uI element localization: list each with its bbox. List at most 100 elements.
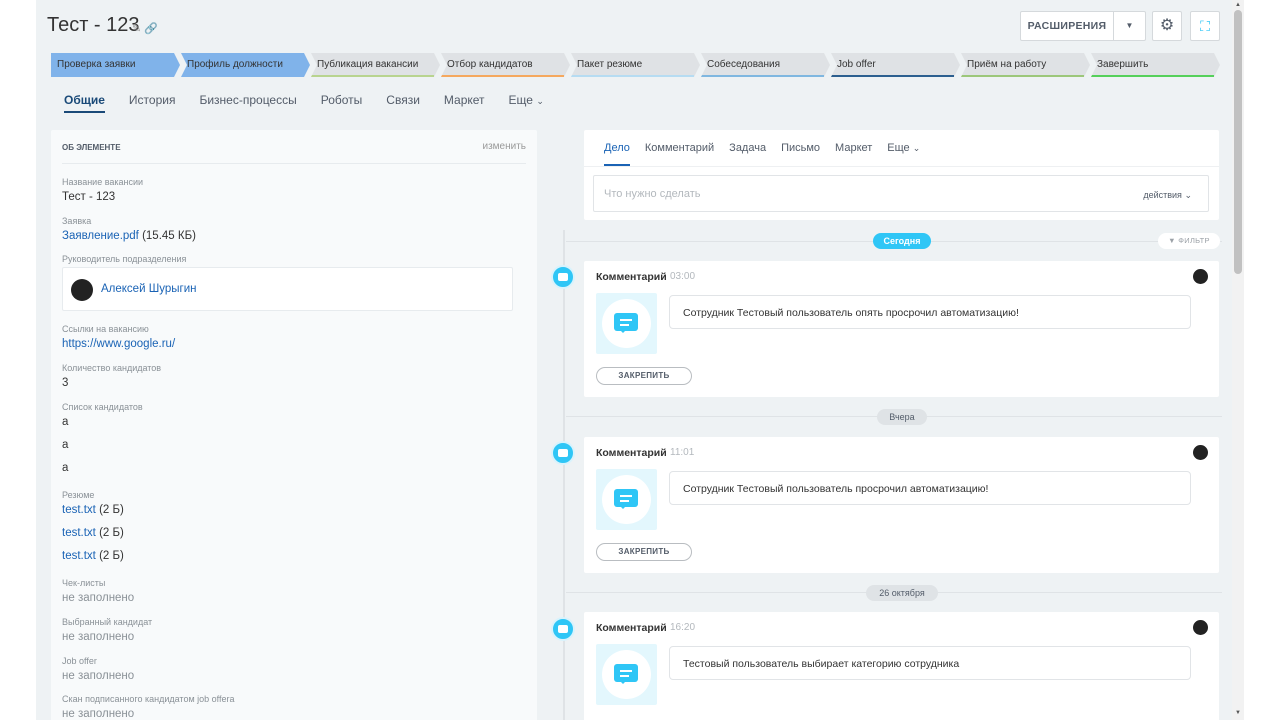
entry-time: 03:00 (670, 271, 696, 282)
field-label: Список кандидатов (62, 402, 143, 412)
field-value: 3 (62, 377, 69, 389)
list-item: a (62, 416, 69, 428)
field-label: Название вакансии (62, 177, 144, 187)
comment-text: Тестовый пользователь выбирает категорию… (669, 646, 1191, 680)
comment-icon (551, 617, 575, 641)
actions-dropdown[interactable]: действия ⌄ (1143, 190, 1192, 201)
about-title: ОБ ЭЛЕМЕНТЕ (62, 143, 121, 152)
actions-label: действия (1143, 190, 1182, 200)
avatar[interactable] (1193, 445, 1208, 460)
timeline-card: Комментарий 03:00 Сотрудник Тестовый пол… (584, 261, 1219, 397)
comment-icon (551, 265, 575, 289)
todo-placeholder: Что нужно сделать (604, 188, 701, 200)
avatar[interactable] (71, 279, 93, 301)
chevron-down-icon[interactable]: ▼ (1113, 12, 1145, 40)
tab-more[interactable]: Еще ⌄ (509, 93, 544, 113)
comment-bubble-icon (596, 469, 657, 530)
settings-button[interactable]: ⚙ (1152, 11, 1182, 41)
tab-links[interactable]: Связи (386, 93, 420, 113)
tab-more-label: Еще (508, 93, 533, 107)
scroll-up-icon[interactable]: ▲ (1232, 0, 1244, 10)
extensions-button[interactable]: РАСШИРЕНИЯ ▼ (1020, 11, 1146, 41)
filter-button[interactable]: ▼ ФИЛЬТР (1158, 233, 1220, 249)
chevron-down-icon: ⌄ (912, 143, 921, 153)
tab-letter[interactable]: Письмо (781, 142, 820, 166)
field-value: Заявление.pdf (15.45 КБ) (62, 230, 196, 242)
edit-pencil-icon[interactable]: ✎ (132, 23, 141, 35)
resume-file-link[interactable]: test.txt (62, 504, 96, 516)
tab-history[interactable]: История (129, 93, 176, 113)
stage-color-bar (701, 75, 824, 77)
avatar[interactable] (1193, 620, 1208, 635)
tab-market[interactable]: Маркет (444, 93, 485, 113)
field-scan: Скан подписанного кандидатом job offerа … (62, 694, 235, 720)
tab-general[interactable]: Общие (64, 93, 105, 113)
about-panel: ОБ ЭЛЕМЕНТЕ изменить Название вакансии Т… (51, 130, 537, 720)
vacancy-link[interactable]: https://www.google.ru/ (62, 338, 175, 350)
field-chosen-candidate: Выбранный кандидат не заполнено (62, 617, 152, 643)
stage-label: Проверка заявки (57, 59, 136, 70)
scroll-down-icon[interactable]: ▼ (1232, 708, 1244, 718)
tab-deal[interactable]: Дело (604, 142, 630, 166)
stage-label: Собеседования (707, 59, 780, 70)
field-request: Заявка Заявление.pdf (15.45 КБ) (62, 216, 196, 242)
stage-label: Завершить (1097, 59, 1149, 70)
tab-more[interactable]: Еще ⌄ (887, 142, 920, 166)
file-size: (2 Б) (99, 550, 124, 562)
tab-robots[interactable]: Роботы (321, 93, 363, 113)
tab-market[interactable]: Маркет (835, 142, 872, 166)
tab-comment[interactable]: Комментарий (645, 142, 714, 166)
filter-label: ФИЛЬТР (1178, 236, 1210, 245)
request-file-link[interactable]: Заявление.pdf (62, 230, 139, 242)
field-candidates-count: Количество кандидатов 3 (62, 363, 161, 389)
entry-time: 16:20 (670, 622, 696, 633)
gear-icon: ⚙ (1159, 17, 1175, 34)
scrollbar-thumb[interactable] (1234, 10, 1242, 274)
stage-item[interactable]: Приём на работу (961, 53, 1090, 77)
extensions-label: РАСШИРЕНИЯ (1027, 20, 1107, 32)
title-actions: ✎ 🔗 (132, 22, 158, 35)
comment-bubble-icon (596, 644, 657, 705)
stage-item[interactable]: Отбор кандидатов (441, 53, 570, 77)
field-vacancy-links: Ссылки на вакансию https://www.google.ru… (62, 324, 175, 350)
list-item: a (62, 439, 69, 451)
date-pill: Вчера (877, 409, 927, 425)
pin-button[interactable]: ЗАКРЕПИТЬ (596, 543, 692, 561)
fullscreen-button[interactable]: ⛶ (1190, 11, 1220, 41)
stage-color-bar (961, 75, 1084, 77)
resume-file-link[interactable]: test.txt (62, 550, 96, 562)
tab-business-processes[interactable]: Бизнес-процессы (199, 93, 296, 113)
field-label: Job offer (62, 656, 97, 666)
field-label: Количество кандидатов (62, 363, 162, 373)
stage-label: Пакет резюме (577, 59, 643, 70)
entry-type: Комментарий (596, 271, 667, 283)
file-size: (15.45 КБ) (142, 230, 196, 242)
edit-link[interactable]: изменить (482, 141, 526, 152)
date-pill: Сегодня (873, 233, 931, 249)
todo-input[interactable]: Что нужно сделать действия ⌄ (593, 175, 1209, 212)
filter-icon: ▼ (1168, 236, 1176, 245)
stage-item[interactable]: Профиль должности (181, 53, 310, 77)
stage-item[interactable]: Job offer (831, 53, 960, 77)
avatar[interactable] (1193, 269, 1208, 284)
stage-item[interactable]: Завершить (1091, 53, 1220, 77)
head-person-link[interactable]: Алексей Шурыгин (101, 283, 197, 295)
timeline-line (563, 230, 565, 720)
tab-task[interactable]: Задача (729, 142, 766, 166)
field-candidates-list: Список кандидатов a a a (62, 402, 143, 474)
stage-item[interactable]: Пакет резюме (571, 53, 700, 77)
link-icon[interactable]: 🔗 (144, 23, 158, 35)
head-person-card: Алексей Шурыгин (62, 267, 513, 311)
field-label: Резюме (62, 490, 95, 500)
stage-item[interactable]: Публикация вакансии (311, 53, 440, 77)
stage-color-bar (441, 75, 564, 77)
field-label: Заявка (62, 216, 92, 226)
page-scrollbar[interactable]: ▲ ▼ (1232, 0, 1244, 720)
stage-item[interactable]: Собеседования (701, 53, 830, 77)
resume-file-link[interactable]: test.txt (62, 527, 96, 539)
pin-button[interactable]: ЗАКРЕПИТЬ (596, 367, 692, 385)
entry-type: Комментарий (596, 622, 667, 634)
field-job-offer: Job offer не заполнено (62, 656, 134, 682)
field-vacancy-name: Название вакансии Тест - 123 (62, 177, 143, 203)
stage-item[interactable]: Проверка заявки (51, 53, 180, 77)
